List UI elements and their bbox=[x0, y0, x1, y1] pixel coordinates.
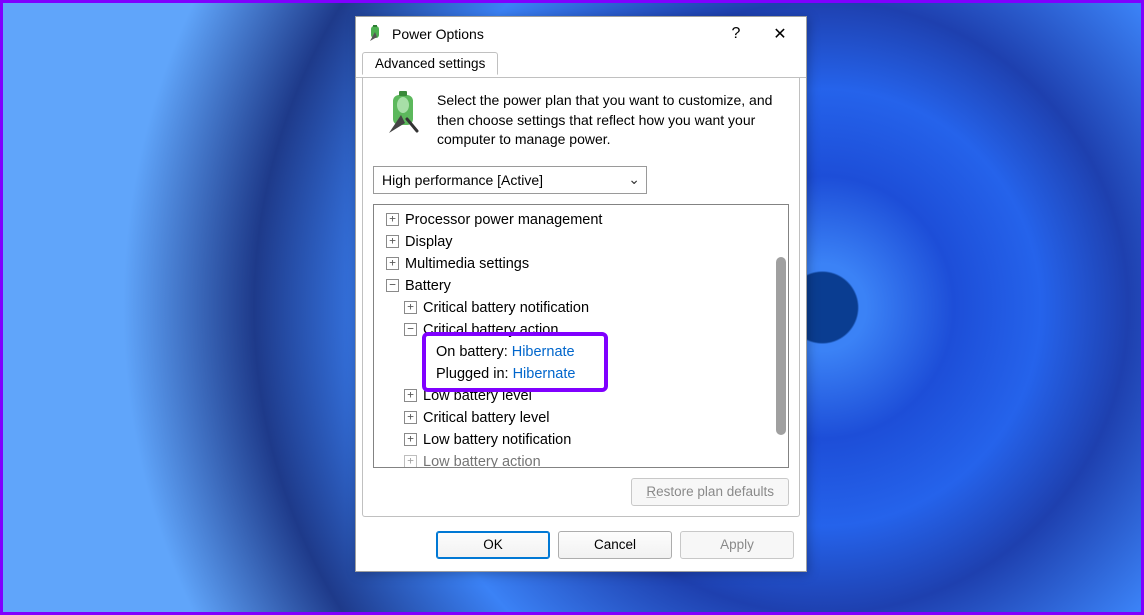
desktop-background: Power Options ? ✕ Advanced settings Sel bbox=[0, 0, 1144, 615]
vertical-scrollbar[interactable] bbox=[776, 207, 786, 465]
tree-node-processor[interactable]: + Processor power management bbox=[376, 209, 786, 231]
intro-row: Select the power plan that you want to c… bbox=[373, 87, 789, 166]
tree-label: Display bbox=[405, 234, 453, 250]
ok-button[interactable]: OK bbox=[436, 531, 550, 559]
setting-value-link[interactable]: Hibernate bbox=[512, 344, 575, 360]
settings-tree[interactable]: + Processor power management + Display +… bbox=[373, 204, 789, 468]
tree-label: Multimedia settings bbox=[405, 256, 529, 272]
battery-plug-icon bbox=[366, 25, 384, 43]
expand-icon[interactable]: + bbox=[386, 213, 399, 226]
expand-icon[interactable]: + bbox=[404, 411, 417, 424]
tree-label: Processor power management bbox=[405, 212, 602, 228]
help-button[interactable]: ? bbox=[714, 19, 758, 49]
collapse-icon[interactable]: − bbox=[386, 279, 399, 292]
tree-label: Critical battery level bbox=[423, 410, 550, 426]
cancel-button[interactable]: Cancel bbox=[558, 531, 672, 559]
setting-label: On battery: bbox=[436, 344, 508, 360]
tree-label: Low battery action bbox=[423, 454, 541, 468]
collapse-icon[interactable]: − bbox=[404, 323, 417, 336]
tree-label: Critical battery action bbox=[423, 322, 558, 338]
tree-label: Battery bbox=[405, 278, 451, 294]
tree-label: Low battery level bbox=[423, 388, 532, 404]
tree-node-low-action[interactable]: + Low battery action bbox=[376, 451, 786, 468]
expand-icon[interactable]: + bbox=[386, 257, 399, 270]
tab-panel: Select the power plan that you want to c… bbox=[362, 77, 800, 517]
dialog-title: Power Options bbox=[392, 26, 714, 42]
expand-icon[interactable]: + bbox=[404, 389, 417, 402]
battery-large-icon bbox=[383, 91, 423, 150]
expand-icon[interactable]: + bbox=[404, 301, 417, 314]
tree-node-critical-notification[interactable]: + Critical battery notification bbox=[376, 297, 786, 319]
tree-node-battery[interactable]: − Battery bbox=[376, 275, 786, 297]
tree-setting-plugged-in[interactable]: Plugged in: Hibernate bbox=[376, 363, 786, 385]
apply-button[interactable]: Apply bbox=[680, 531, 794, 559]
setting-label: Plugged in: bbox=[436, 366, 509, 382]
title-bar[interactable]: Power Options ? ✕ bbox=[356, 17, 806, 51]
expand-icon[interactable]: + bbox=[404, 433, 417, 446]
tree-node-low-level[interactable]: + Low battery level bbox=[376, 385, 786, 407]
tree-setting-on-battery[interactable]: On battery: Hibernate bbox=[376, 341, 786, 363]
tree-node-critical-action[interactable]: − Critical battery action bbox=[376, 319, 786, 341]
setting-value-link[interactable]: Hibernate bbox=[513, 366, 576, 382]
tree-node-display[interactable]: + Display bbox=[376, 231, 786, 253]
tree-node-multimedia[interactable]: + Multimedia settings bbox=[376, 253, 786, 275]
expand-icon[interactable]: + bbox=[404, 455, 417, 468]
tab-advanced-settings[interactable]: Advanced settings bbox=[362, 52, 498, 75]
expand-icon[interactable]: + bbox=[386, 235, 399, 248]
tree-node-low-notification[interactable]: + Low battery notification bbox=[376, 429, 786, 451]
power-plan-selected: High performance [Active] bbox=[382, 172, 543, 188]
tree-label: Critical battery notification bbox=[423, 300, 589, 316]
dialog-button-row: OK Cancel Apply bbox=[356, 523, 806, 571]
close-button[interactable]: ✕ bbox=[758, 19, 802, 49]
tree-label: Low battery notification bbox=[423, 432, 571, 448]
power-plan-select[interactable]: High performance [Active] ⌄ bbox=[373, 166, 647, 194]
scroll-thumb[interactable] bbox=[776, 257, 786, 435]
restore-defaults-button[interactable]: RRestore plan defaultsestore plan defaul… bbox=[631, 478, 789, 506]
chevron-down-icon: ⌄ bbox=[628, 171, 640, 188]
intro-text: Select the power plan that you want to c… bbox=[437, 91, 785, 150]
tab-strip: Advanced settings bbox=[356, 51, 806, 78]
tree-node-critical-level[interactable]: + Critical battery level bbox=[376, 407, 786, 429]
power-options-dialog: Power Options ? ✕ Advanced settings Sel bbox=[355, 16, 807, 572]
